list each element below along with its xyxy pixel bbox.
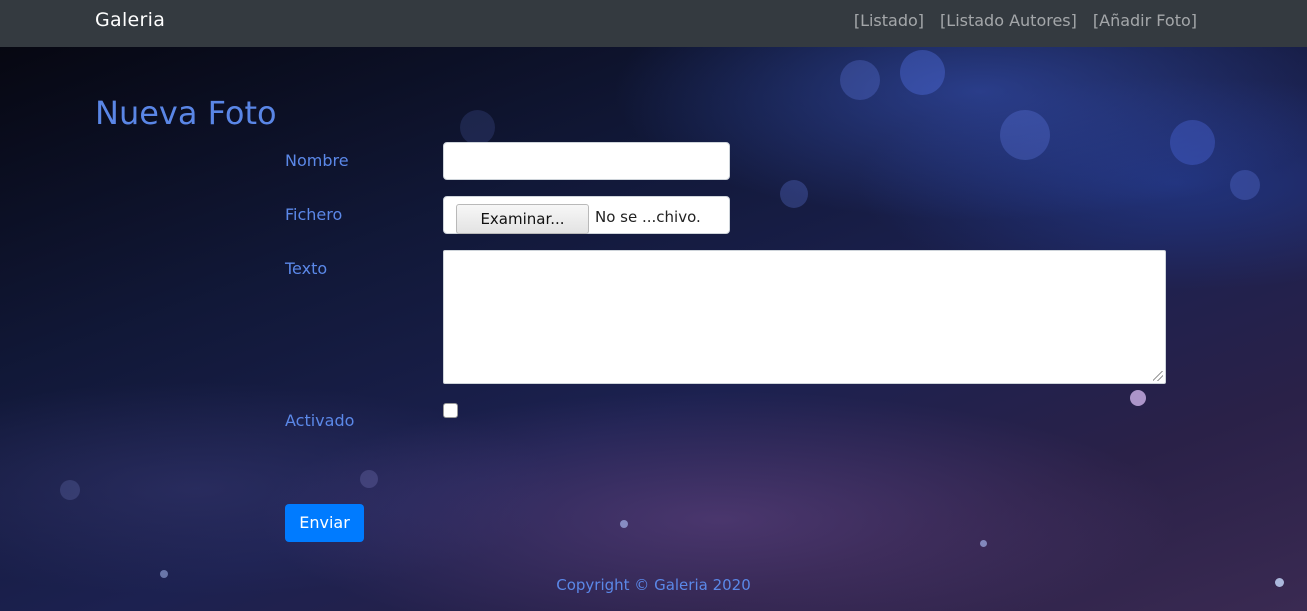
nav-link-anadir-foto[interactable]: [Añadir Foto] — [1093, 11, 1197, 30]
nombre-label: Nombre — [285, 151, 349, 170]
activado-label: Activado — [285, 411, 355, 430]
file-input[interactable]: Examinar... No se ...chivo. — [443, 196, 730, 234]
submit-button[interactable]: Enviar — [285, 504, 364, 542]
top-navbar: Galeria [Listado] [Listado Autores] [Aña… — [0, 0, 1307, 47]
nombre-input[interactable] — [443, 142, 730, 180]
activado-checkbox[interactable] — [443, 403, 458, 418]
fichero-label: Fichero — [285, 205, 343, 224]
browse-button[interactable]: Examinar... — [456, 204, 589, 234]
texto-label: Texto — [285, 259, 328, 278]
texto-textarea[interactable] — [443, 250, 1166, 384]
nav-link-listado[interactable]: [Listado] — [854, 11, 924, 30]
nav-links: [Listado] [Listado Autores] [Añadir Foto… — [854, 11, 1197, 30]
resize-grip-icon[interactable] — [1153, 371, 1163, 381]
file-name-text: No se ...chivo. — [595, 208, 701, 226]
page-title: Nueva Foto — [95, 94, 277, 132]
nav-link-listado-autores[interactable]: [Listado Autores] — [940, 11, 1077, 30]
footer-copyright: Copyright © Galeria 2020 — [556, 576, 751, 594]
brand-link[interactable]: Galeria — [95, 9, 165, 31]
